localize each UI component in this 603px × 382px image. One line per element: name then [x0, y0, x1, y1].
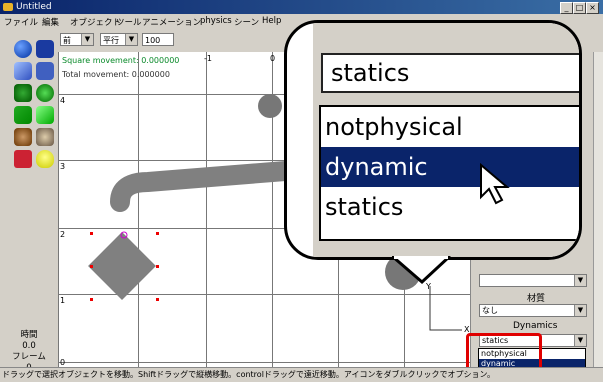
title-bar: Untitled _ □ × [0, 0, 603, 14]
selection-handle [156, 232, 159, 235]
callout-pointer [392, 256, 452, 285]
menu-object[interactable]: オブジェクト [70, 16, 121, 28]
calculator-tool-icon[interactable] [36, 62, 54, 80]
sphere-object [258, 94, 282, 118]
camera-tool-icon[interactable] [14, 150, 32, 168]
material-select[interactable]: なし ▼ [479, 304, 587, 317]
zoomed-dropdown-list: notphysical dynamic statics [319, 105, 579, 241]
light-bulb-icon[interactable] [36, 150, 54, 168]
time-value: 0.0 [22, 341, 36, 351]
green-sphere-icon[interactable] [36, 84, 54, 102]
axis-gizmo [429, 286, 462, 331]
menu-file[interactable]: ファイル [4, 16, 38, 28]
dynamics-label: Dynamics [513, 321, 558, 331]
zoom-input[interactable]: 100 [142, 33, 174, 46]
menu-animation[interactable]: アニメーション [142, 16, 201, 28]
ball-tool-icon[interactable] [14, 84, 32, 102]
selection-handle [90, 232, 93, 235]
selection-handle [156, 265, 159, 268]
close-button[interactable]: × [586, 2, 599, 14]
mouse-cursor-icon [480, 163, 510, 205]
brush-tool-icon[interactable] [14, 106, 32, 124]
zoomed-option-notphysical[interactable]: notphysical [321, 107, 579, 147]
pen-tool-icon[interactable] [14, 62, 32, 80]
zoomed-select-value: statics [331, 59, 410, 87]
selection-handle [90, 298, 93, 301]
mode-select-value: 平行 [103, 36, 119, 45]
menu-scene[interactable]: シーン [234, 16, 259, 28]
menu-physics[interactable]: physics [200, 16, 232, 26]
zoomed-panel: statics notphysical dynamic statics [313, 23, 579, 257]
menu-help[interactable]: Help [262, 16, 281, 26]
minimize-button[interactable]: _ [560, 2, 573, 14]
chevron-down-icon: ▼ [574, 335, 586, 346]
mode-select[interactable]: 平行 ▼ [100, 33, 138, 46]
square-object [88, 232, 156, 300]
chevron-down-icon: ▼ [574, 275, 586, 286]
zoom-callout: statics notphysical dynamic statics [284, 20, 582, 260]
material-value: なし [482, 306, 498, 315]
maximize-button[interactable]: □ [573, 2, 586, 14]
frame-label: フレーム [12, 352, 46, 362]
zoomed-option-dynamic[interactable]: dynamic [321, 147, 579, 187]
zoom-value: 100 [145, 36, 161, 45]
zoomed-option-statics[interactable]: statics [321, 187, 579, 227]
sphere-tool-icon[interactable] [14, 40, 32, 58]
panel-scrollbar[interactable] [593, 52, 603, 367]
view-select-value: 前 [63, 36, 71, 45]
selection-handle [90, 265, 93, 268]
app-icon [3, 3, 13, 11]
curved-bar-object [110, 160, 308, 212]
property-select[interactable]: ▼ [479, 274, 587, 287]
pencil-tool-icon[interactable] [36, 106, 54, 124]
eye-tool-icon[interactable] [36, 128, 54, 146]
wheel-tool-icon[interactable] [14, 128, 32, 146]
zoomed-dynamics-select[interactable]: statics [321, 53, 579, 93]
menu-tools[interactable]: ツール [116, 16, 142, 28]
time-label: 時間 [20, 330, 38, 340]
view-select[interactable]: 前 ▼ [60, 33, 94, 46]
chevron-down-icon: ▼ [574, 305, 586, 316]
chevron-down-icon: ▼ [125, 34, 137, 45]
window-title: Untitled [16, 2, 52, 12]
menu-edit[interactable]: 編集 [42, 16, 59, 28]
status-bar: ドラッグで選択オブジェクトを移動。Shiftドラッグで縦横移動。controlド… [0, 367, 603, 382]
material-label: 材質 [527, 294, 546, 304]
cube-tool-icon[interactable] [36, 40, 54, 58]
selection-handle [156, 298, 159, 301]
chevron-down-icon: ▼ [81, 34, 93, 45]
